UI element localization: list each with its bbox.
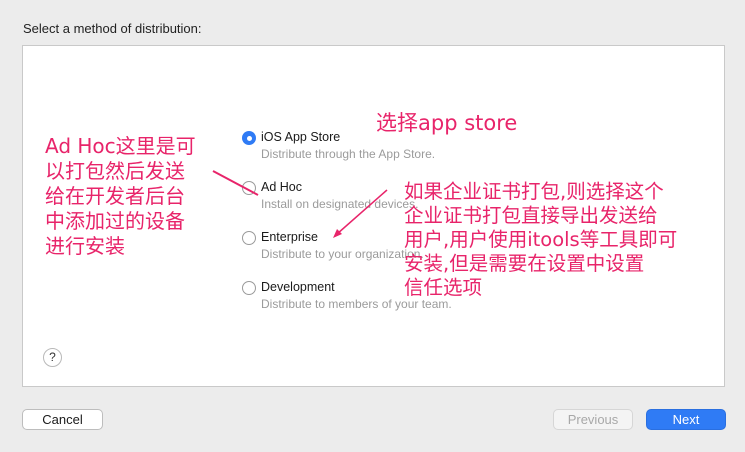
annotation-arrows [212, 170, 388, 238]
enterprise-arrow-line [336, 189, 388, 235]
ad-hoc-arrow-line [212, 170, 259, 196]
